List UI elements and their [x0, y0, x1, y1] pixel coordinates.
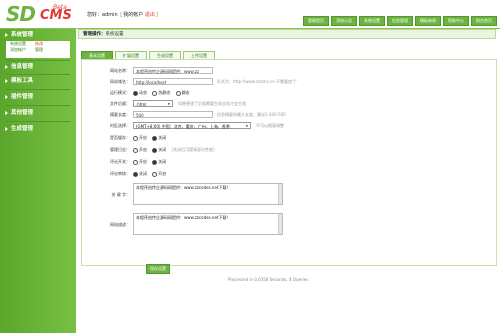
welcome-text: 您好：admin [我的帐户 退出]	[87, 12, 158, 18]
sidebar-section-other[interactable]: 其他管理	[0, 107, 76, 119]
comment-switch-on-radio[interactable]: 开启	[133, 159, 147, 165]
run-mode-label: 运行模式：	[110, 90, 130, 95]
form-row-site-name: 网站名称： 本程序由传企源码网提供：www.zz	[82, 66, 496, 75]
arrow-right-icon	[5, 32, 8, 37]
comment-audit-label: 评论审核：	[110, 171, 130, 176]
logo[interactable]: SD CMS Beta	[6, 2, 76, 26]
sidebar-submenu: 系统设置 修改 添加帐户 管理	[6, 41, 70, 58]
sidebar-section-generate[interactable]: 生成管理	[0, 123, 76, 135]
summary-length-hint: 信息摘要的最大长度，建议1-200-500	[217, 112, 286, 117]
form-row-comment-audit: 评论审核： 关闭 开启	[82, 169, 496, 178]
nav-admin-home[interactable]: 管理首页	[303, 16, 329, 26]
run-mode-options: 动态 伪静态 静态	[133, 89, 194, 96]
top-nav: 管理首页 添加公告 系统设置 信息管理 模板修改 帮助中心 前台首页	[303, 16, 497, 26]
arrow-right-icon	[5, 110, 8, 115]
timezone-select[interactable]: (GMT+8:00) 中国：北京，重庆，广州，上海，香港 ▼	[133, 122, 251, 129]
nav-info-management[interactable]: 信息管理	[387, 16, 413, 26]
nav-help-center[interactable]: 帮助中心	[443, 16, 469, 26]
description-label: 网站描述：	[110, 222, 130, 227]
site-name-input[interactable]: 本程序由传企源码网提供：www.zz	[133, 67, 213, 74]
form-row-keywords: 关 键 字： 本程序由传企源码网提供：www.zzcodes.net下载!	[82, 182, 496, 208]
breadcrumb-current[interactable]: 系统设置	[106, 32, 124, 37]
arrow-right-icon	[5, 64, 8, 69]
cache-off-radio[interactable]: 关闭	[152, 135, 166, 141]
nav-system-settings[interactable]: 系统设置	[359, 16, 385, 26]
comment-audit-off-radio[interactable]: 关闭	[133, 171, 147, 177]
form-row-run-mode: 运行模式： 动态 伪静态 静态	[82, 88, 496, 97]
sidebar-subitem-action[interactable]: 管理	[35, 47, 43, 53]
my-account-link[interactable]: 我的帐户	[123, 12, 143, 18]
run-mode-dynamic-radio[interactable]: 动态	[133, 90, 147, 96]
summary-length-label: 摘要长度：	[110, 112, 130, 117]
comment-switch-off-radio[interactable]: 关闭	[152, 159, 166, 165]
arrow-right-icon	[5, 126, 8, 131]
admin-log-hint: (关闭后可提高部分性能)	[171, 147, 215, 152]
cache-options: 开启 关闭	[133, 134, 170, 141]
chevron-down-icon: ▼	[167, 102, 170, 106]
site-name-label: 网站名称：	[110, 68, 130, 73]
logout-link[interactable]: 退出	[145, 12, 155, 18]
nav-add-notice[interactable]: 添加公告	[331, 16, 357, 26]
welcome-user: 您好：admin	[87, 12, 118, 18]
top-bar: SD CMS Beta 您好：admin [我的帐户 退出] 管理首页 添加公告…	[0, 0, 500, 29]
form-row-site-url: 网站域名： http://localhost 形式为：http://www.sd…	[82, 77, 496, 86]
nav-template-edit[interactable]: 模板修改	[415, 16, 441, 26]
file-ext-label: 文件后缀：	[110, 101, 130, 106]
nav-front-home[interactable]: 前台首页	[471, 16, 497, 26]
form-row-timezone: 时区选择： (GMT+8:00) 中国：北京，重庆，广州，上海，香港 ▼ 不可以随…	[82, 121, 496, 130]
arrow-right-icon	[5, 78, 8, 83]
comment-switch-options: 开启 关闭	[133, 158, 170, 165]
scrollbar	[278, 184, 282, 204]
cache-label: 是否缓存：	[110, 135, 130, 140]
sidebar: 系统管理 系统设置 修改 添加帐户 管理 信息管理 模板工具 插件管理 其他管理…	[0, 29, 76, 333]
admin-log-label: 管理日志：	[110, 147, 130, 152]
sidebar-section-info[interactable]: 信息管理	[0, 61, 76, 73]
run-mode-static-radio[interactable]: 静态	[175, 90, 190, 96]
form-row-summary-length: 摘要长度： 500 信息摘要的最大长度，建议1-200-500	[82, 110, 496, 119]
form-row-cache: 是否缓存： 开启 关闭	[82, 133, 496, 142]
footer-processing-info: Processed in 0.0358 Seconds, 4 Queries	[228, 277, 309, 282]
comment-audit-options: 关闭 开启	[133, 170, 170, 177]
divider	[6, 121, 70, 122]
divider	[6, 89, 70, 90]
comment-switch-label: 评论开关：	[110, 159, 130, 164]
site-url-hint: 形式为：http://www.sdcms.cn 不需要加"/"	[217, 79, 298, 84]
breadcrumb: 管理操作：系统设置	[78, 29, 496, 39]
arrow-right-icon	[5, 94, 8, 99]
site-url-label: 网站域名：	[110, 79, 130, 84]
form-row-comment-switch: 评论开关： 开启 关闭	[82, 157, 496, 166]
admin-log-on-radio[interactable]: 开启	[133, 147, 147, 153]
sidebar-section-plugins[interactable]: 插件管理	[0, 91, 76, 103]
form-row-admin-log: 管理日志： 开启 关闭 (关闭后可提高部分性能)	[82, 145, 496, 154]
form-row-file-ext: 文件后缀： .html ▼ 如果更改了后缀需要生成全站才会生效	[82, 99, 496, 108]
breadcrumb-prefix: 管理操作：	[83, 32, 106, 37]
site-url-input[interactable]: http://localhost	[133, 78, 213, 85]
run-mode-pseudo-static-radio[interactable]: 伪静态	[152, 90, 170, 96]
admin-log-options: 开启 关闭 (关闭后可提高部分性能)	[133, 146, 215, 153]
form-row-description: 网站描述： 本程序由传企源码网提供：www.zzcodes.net下载!	[82, 212, 496, 238]
logo-beta: Beta	[53, 4, 67, 11]
sidebar-section-template[interactable]: 模板工具	[0, 75, 76, 87]
scrollbar	[278, 214, 282, 234]
divider	[6, 105, 70, 106]
main-content: 管理操作：系统设置 基本设置 扩展设置 生成设置 上传设置 网站名称： 本程序由…	[78, 29, 500, 333]
keywords-textarea[interactable]: 本程序由传企源码网提供：www.zzcodes.net下载!	[133, 183, 283, 205]
description-textarea[interactable]: 本程序由传企源码网提供：www.zzcodes.net下载!	[133, 213, 283, 235]
cache-on-radio[interactable]: 开启	[133, 135, 147, 141]
logo-sd: SD	[6, 2, 36, 26]
file-ext-select[interactable]: .html ▼	[133, 100, 173, 107]
file-ext-hint: 如果更改了后缀需要生成全站才会生效	[178, 101, 246, 106]
sidebar-section-system[interactable]: 系统管理	[0, 29, 76, 41]
chevron-down-icon: ▼	[245, 124, 248, 128]
sidebar-subitem-add-account[interactable]: 添加帐户 管理	[6, 47, 70, 53]
summary-length-input[interactable]: 500	[133, 111, 213, 118]
keywords-label: 关 键 字：	[111, 192, 130, 197]
comment-audit-on-radio[interactable]: 开启	[152, 171, 166, 177]
timezone-hint: 不可以随意调整	[256, 123, 284, 128]
admin-log-off-radio[interactable]: 关闭	[152, 147, 166, 153]
save-settings-button[interactable]: 保存设置	[146, 264, 170, 274]
settings-form: 网站名称： 本程序由传企源码网提供：www.zz 网站域名： http://lo…	[81, 59, 497, 266]
timezone-label: 时区选择：	[110, 123, 130, 128]
